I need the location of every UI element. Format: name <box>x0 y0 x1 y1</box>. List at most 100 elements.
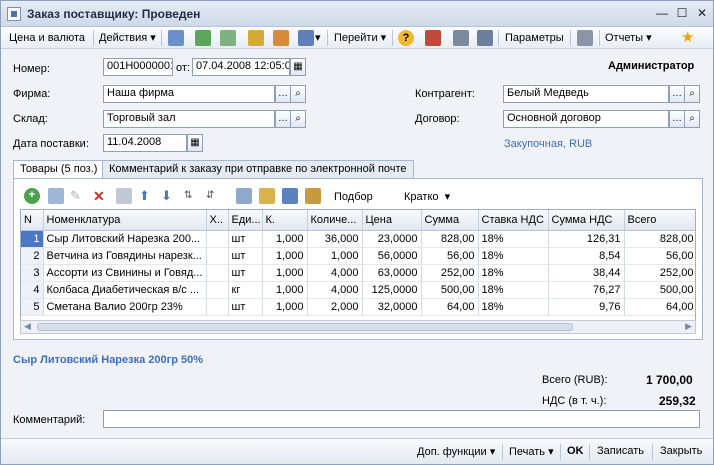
document-window: Заказ поставщику: Проведен — ☐ ✕ Цена и … <box>0 0 714 465</box>
contract-label: Договор: <box>415 113 460 125</box>
number-field[interactable]: 001Н0000001 <box>103 58 173 76</box>
grid-toolbar: + ✎ ✕ ⬆ ⬇ ⇅ ⇵ Подбор Кратко ▾ <box>14 179 702 209</box>
list-icon[interactable] <box>453 30 469 46</box>
paste-icon[interactable] <box>259 188 275 204</box>
warehouse-select-button[interactable]: … <box>275 110 291 128</box>
calendar-icon[interactable]: ▦ <box>290 58 306 76</box>
extra-functions-menu[interactable]: Доп. функции ▾ <box>417 445 495 458</box>
warehouse-label: Склад: <box>13 113 48 125</box>
add-row-icon[interactable]: + <box>24 188 40 204</box>
firm-search-icon[interactable]: ⌕ <box>290 85 306 103</box>
col-header-vat-sum[interactable]: Сумма НДС <box>548 210 625 231</box>
comment-field[interactable] <box>103 410 700 428</box>
tab-comment-email[interactable]: Комментарий к заказу при отправке по эле… <box>102 160 414 178</box>
sort-asc-icon[interactable]: ⇅ <box>184 188 200 204</box>
contractor-label: Контрагент: <box>415 88 475 100</box>
col-header-qty[interactable]: Количе... <box>307 210 363 231</box>
favorites-star-icon[interactable]: ★ <box>681 30 694 46</box>
move-down-icon[interactable]: ⬇ <box>161 188 177 204</box>
current-user: Администратор <box>608 60 695 72</box>
add-icon[interactable] <box>220 30 236 46</box>
contractor-search-icon[interactable]: ⌕ <box>684 85 700 103</box>
price-currency-button[interactable]: Цена и валюта <box>9 30 85 46</box>
col-header-unit[interactable]: Еди... <box>228 210 263 231</box>
contract-search-icon[interactable]: ⌕ <box>684 110 700 128</box>
window-document-icon <box>7 7 21 21</box>
move-up-icon[interactable]: ⬆ <box>139 188 155 204</box>
ok-button[interactable]: OK <box>567 445 584 457</box>
contractor-select-button[interactable]: … <box>669 85 685 103</box>
change-icon[interactable] <box>305 188 321 204</box>
firm-label: Фирма: <box>13 88 51 100</box>
fill-series-icon[interactable] <box>282 188 298 204</box>
col-header-total[interactable]: Всего <box>624 210 695 231</box>
table-row[interactable]: 3 Ассорти из Свинины и Говяд... шт 1,000 4,0… <box>21 264 695 282</box>
date-field[interactable]: 07.04.2008 12:05:0 <box>192 58 290 76</box>
end-edit-icon[interactable] <box>116 188 132 204</box>
table-row[interactable]: 2 Ветчина из Говядины нарезк... шт 1,000 1,0… <box>21 247 695 265</box>
tab-goods[interactable]: Товары (5 поз.) <box>13 160 105 179</box>
table-header: N Номенклатура Х.. Еди... К. Количе... Ц… <box>21 210 695 231</box>
save-button[interactable]: Записать <box>597 445 644 457</box>
horizontal-scrollbar[interactable]: ◀ ▶ <box>20 320 696 334</box>
vat-label: НДС (в т. ч.): <box>542 395 607 407</box>
selection-button[interactable]: Подбор <box>334 189 373 205</box>
delete-row-icon[interactable]: ✕ <box>93 188 109 204</box>
scroll-left-icon[interactable]: ◀ <box>24 321 31 332</box>
contractor-field[interactable]: Белый Медведь <box>503 85 669 103</box>
refresh-icon[interactable] <box>195 30 211 46</box>
from-label: от: <box>176 62 190 74</box>
parameters-button[interactable]: Параметры <box>505 30 564 46</box>
go-menu[interactable]: Перейти ▾ <box>334 30 386 46</box>
contract-field[interactable]: Основной договор <box>503 110 669 128</box>
contract-select-button[interactable]: … <box>669 110 685 128</box>
col-header-x[interactable]: Х.. <box>206 210 229 231</box>
minimize-button[interactable]: — <box>653 5 671 23</box>
comment-label: Комментарий: <box>13 414 86 426</box>
bottom-bar: Доп. функции ▾ Печать ▾ OK Записать Закр… <box>1 438 713 464</box>
warehouse-field[interactable]: Торговый зал <box>103 110 275 128</box>
checklist-icon[interactable] <box>477 30 493 46</box>
col-header-price[interactable]: Цена <box>362 210 422 231</box>
col-header-vat-rate[interactable]: Ставка НДС <box>478 210 549 231</box>
firm-field[interactable]: Наша фирма <box>103 85 275 103</box>
structure-icon[interactable] <box>298 30 314 46</box>
col-header-n[interactable]: N <box>21 210 44 231</box>
hierarchy-icon[interactable] <box>425 30 441 46</box>
maximize-button[interactable]: ☐ <box>673 5 691 23</box>
delivery-label: Дата поставки: <box>13 138 89 150</box>
main-toolbar: Цена и валюта Действия ▾ ▾ Перейти ▾ ? П… <box>1 27 713 49</box>
delivery-date-field[interactable]: 11.04.2008 <box>103 134 187 152</box>
table-row[interactable]: 5 Сметана Валио 200гр 23% шт 1,000 2,000 32,0… <box>21 298 695 316</box>
delivery-calendar-icon[interactable]: ▦ <box>187 134 203 152</box>
goods-panel: + ✎ ✕ ⬆ ⬇ ⇅ ⇵ Подбор Кратко ▾ N Номенкла… <box>13 178 703 340</box>
title-bar: Заказ поставщику: Проведен — ☐ ✕ <box>1 1 713 27</box>
col-header-coef[interactable]: К. <box>262 210 308 231</box>
close-button[interactable]: ✕ <box>693 5 711 23</box>
sort-desc-icon[interactable]: ⇵ <box>206 188 222 204</box>
firm-select-button[interactable]: … <box>275 85 291 103</box>
scroll-right-icon[interactable]: ▶ <box>685 321 692 332</box>
fill-icon[interactable] <box>236 188 252 204</box>
col-header-item[interactable]: Номенклатура <box>43 210 207 231</box>
post-icon[interactable] <box>168 30 184 46</box>
columns-icon[interactable] <box>577 30 593 46</box>
help-icon[interactable]: ? <box>398 30 414 46</box>
col-header-sum[interactable]: Сумма <box>421 210 479 231</box>
copy-doc-icon[interactable] <box>248 30 264 46</box>
copy-row-icon[interactable] <box>48 188 64 204</box>
reports-menu[interactable]: Отчеты ▾ <box>605 30 652 46</box>
selected-item-caption: Сыр Литовский Нарезка 200гр 50% <box>13 354 204 366</box>
actions-menu[interactable]: Действия ▾ <box>99 30 156 46</box>
warehouse-search-icon[interactable]: ⌕ <box>290 110 306 128</box>
table-row[interactable]: 1 Сыр Литовский Нарезка 200... шт 1,000 36,0… <box>21 230 695 248</box>
price-type-link[interactable]: Закупочная, RUB <box>504 138 592 150</box>
print-menu[interactable]: Печать ▾ <box>509 445 554 458</box>
edit-row-icon[interactable]: ✎ <box>70 188 86 204</box>
window-title: Заказ поставщику: Проведен <box>27 7 201 21</box>
view-mode-dropdown[interactable]: Кратко ▾ <box>404 189 450 205</box>
table-row[interactable]: 4 Колбаса Диабетическая в/с ... кг 1,000 4,0… <box>21 281 695 299</box>
scroll-thumb[interactable] <box>37 323 573 331</box>
move-doc-icon[interactable] <box>273 30 289 46</box>
close-form-button[interactable]: Закрыть <box>660 445 702 457</box>
